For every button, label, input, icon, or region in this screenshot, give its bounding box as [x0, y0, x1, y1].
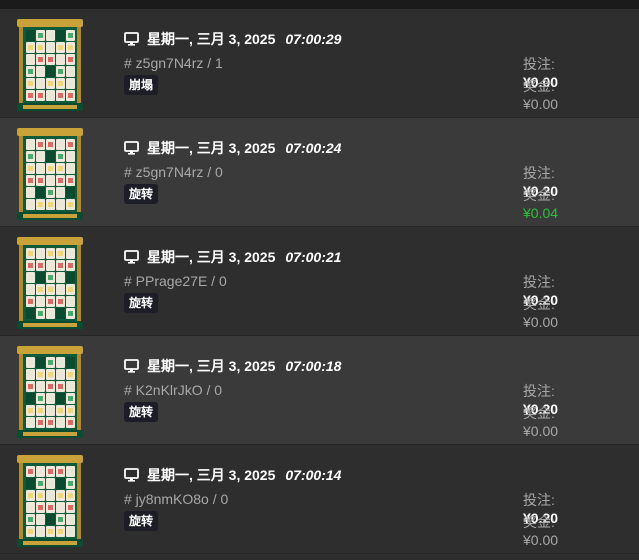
monitor-icon [124, 359, 139, 373]
round-time: 07:00:14 [285, 467, 342, 483]
round-id: # z5gn7N4rz / 1 [124, 55, 223, 71]
monitor-icon [124, 468, 139, 482]
round-date: 星期一, 三月 3, 2025 [147, 249, 276, 265]
round-time: 07:00:18 [285, 358, 342, 374]
round-date: 星期一, 三月 3, 2025 [147, 467, 276, 483]
win-amount: 奖金: ¥0.00 [523, 78, 559, 112]
round-history-list: 星期一, 三月 3, 2025 07:00:29 # z5gn7N4rz / 1… [0, 9, 639, 554]
round-id: # PPrage27E / 0 [124, 273, 227, 289]
round-row[interactable]: 星期一, 三月 3, 2025 07:00:18 # K2nKlrJkO / 0… [0, 336, 639, 445]
round-type-badge: 崩塌 [124, 75, 159, 95]
game-thumbnail [17, 128, 83, 220]
round-date: 星期一, 三月 3, 2025 [147, 358, 276, 374]
game-thumbnail [17, 346, 83, 438]
game-thumbnail [17, 455, 83, 547]
round-type-badge: 旋转 [124, 511, 159, 531]
game-thumbnail [17, 237, 83, 329]
round-type-badge: 旋转 [124, 293, 159, 313]
monitor-icon [124, 141, 139, 155]
win-amount: 奖金: ¥0.00 [523, 514, 559, 548]
top-bar [0, 0, 639, 9]
game-thumbnail [17, 19, 83, 111]
win-amount: 奖金: ¥0.00 [523, 405, 559, 439]
round-date: 星期一, 三月 3, 2025 [147, 31, 276, 47]
round-id: # K2nKlrJkO / 0 [124, 382, 223, 398]
round-row[interactable]: 星期一, 三月 3, 2025 07:00:29 # z5gn7N4rz / 1… [0, 9, 639, 118]
round-type-badge: 旋转 [124, 184, 159, 204]
win-amount: 奖金: ¥0.04 [523, 187, 559, 221]
round-time: 07:00:21 [285, 249, 342, 265]
round-row[interactable]: 星期一, 三月 3, 2025 07:00:21 # PPrage27E / 0… [0, 227, 639, 336]
round-type-badge: 旋转 [124, 402, 159, 422]
round-id: # jy8nmKO8o / 0 [124, 491, 229, 507]
round-date: 星期一, 三月 3, 2025 [147, 140, 276, 156]
round-id: # z5gn7N4rz / 0 [124, 164, 223, 180]
monitor-icon [124, 32, 139, 46]
round-row[interactable]: 星期一, 三月 3, 2025 07:00:24 # z5gn7N4rz / 0… [0, 118, 639, 227]
round-time: 07:00:24 [285, 140, 342, 156]
round-row[interactable]: 星期一, 三月 3, 2025 07:00:14 # jy8nmKO8o / 0… [0, 445, 639, 554]
win-amount: 奖金: ¥0.00 [523, 296, 559, 330]
round-time: 07:00:29 [285, 31, 342, 47]
monitor-icon [124, 250, 139, 264]
